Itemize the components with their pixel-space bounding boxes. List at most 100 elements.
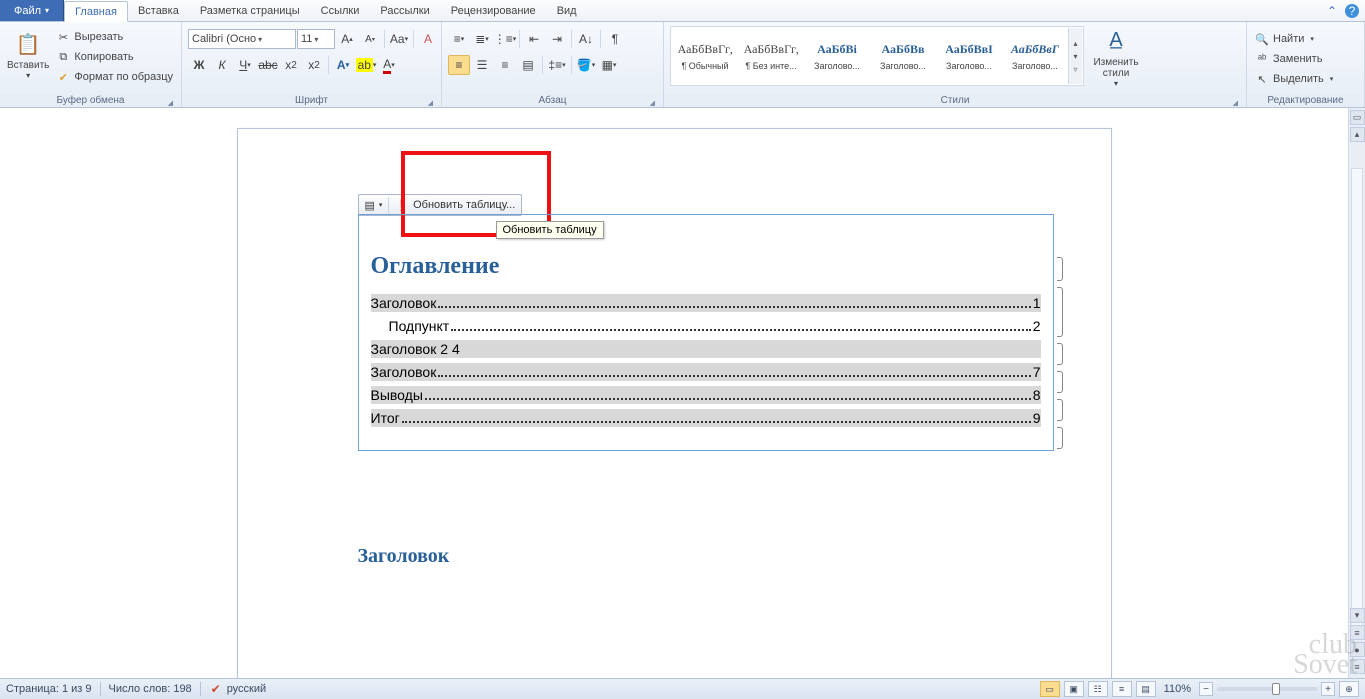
replace-button[interactable]: ᵃᵇЗаменить xyxy=(1253,50,1335,68)
tab-references[interactable]: Ссылки xyxy=(311,0,371,21)
toc-row[interactable]: Заголовок 24 xyxy=(371,340,1041,358)
styles-gallery[interactable]: АаБбВвГг,¶ ОбычныйАаБбВвГг,¶ Без инте...… xyxy=(670,26,1084,86)
change-case-icon[interactable]: Aa▾ xyxy=(388,29,410,49)
sort-icon[interactable]: A↓ xyxy=(575,29,597,49)
scissors-icon: ✂ xyxy=(56,30,70,44)
grow-font-icon[interactable]: A▴ xyxy=(336,29,358,49)
change-styles-button[interactable]: A̲ Изменить стили ▾ xyxy=(1088,26,1144,88)
status-page[interactable]: Страница: 1 из 9 xyxy=(6,683,92,695)
document-icon: ▤ xyxy=(365,199,375,212)
highlight-icon[interactable]: ab▾ xyxy=(355,55,377,75)
brush-icon: ✔ xyxy=(56,70,70,84)
toc-row[interactable]: Заголовок 7 xyxy=(371,363,1041,381)
next-page-icon[interactable]: ≡ xyxy=(1350,659,1365,674)
styles-more[interactable]: ▴▾▿ xyxy=(1068,28,1082,84)
view-draft-icon[interactable]: ▤ xyxy=(1136,681,1156,697)
scroll-up-icon[interactable]: ▴ xyxy=(1350,127,1365,142)
zoom-out-button[interactable]: − xyxy=(1199,682,1213,696)
paste-label: Вставить xyxy=(7,60,49,71)
tab-mailings[interactable]: Рассылки xyxy=(370,0,440,21)
minimize-ribbon-icon[interactable]: ⌃ xyxy=(1327,4,1337,18)
style-item[interactable]: АаБбВвІЗаголово... xyxy=(936,28,1002,84)
page: ▤▾ ❗Обновить таблицу... Обновить таблицу… xyxy=(237,128,1112,678)
toc-row[interactable]: Заголовок 1 xyxy=(371,294,1041,312)
group-font-label: Шрифт xyxy=(188,93,435,107)
numbering-icon[interactable]: ≣▾ xyxy=(471,29,493,49)
view-web-icon[interactable]: ☷ xyxy=(1088,681,1108,697)
superscript-icon[interactable]: x2 xyxy=(303,55,325,75)
justify-icon[interactable]: ▤ xyxy=(517,55,539,75)
cut-button[interactable]: ✂Вырезать xyxy=(54,28,175,46)
replace-icon: ᵃᵇ xyxy=(1255,52,1269,66)
shrink-font-icon[interactable]: A▾ xyxy=(359,29,381,49)
search-icon: 🔍 xyxy=(1255,32,1269,46)
tab-page-layout[interactable]: Разметка страницы xyxy=(190,0,311,21)
status-words[interactable]: Число слов: 198 xyxy=(109,683,192,695)
style-item[interactable]: АаБбВвЗаголово... xyxy=(870,28,936,84)
toc-row[interactable]: Подпункт 2 xyxy=(371,317,1041,335)
style-item[interactable]: АаБбВвГЗаголово... xyxy=(1002,28,1068,84)
cursor-icon: ↖ xyxy=(1255,72,1269,86)
toc-update-button[interactable]: ❗Обновить таблицу... xyxy=(388,197,521,214)
style-item[interactable]: АаБбВвГг,¶ Без инте... xyxy=(738,28,804,84)
show-marks-icon[interactable]: ¶ xyxy=(604,29,626,49)
group-styles-label: Стили xyxy=(670,93,1240,107)
status-language[interactable]: русский xyxy=(227,683,266,695)
text-effects-icon[interactable]: A▾ xyxy=(332,55,354,75)
borders-icon[interactable]: ▦▾ xyxy=(598,55,620,75)
zoom-in-button[interactable]: + xyxy=(1321,682,1335,696)
view-print-layout-icon[interactable]: ▭ xyxy=(1040,681,1060,697)
subscript-icon[interactable]: x2 xyxy=(280,55,302,75)
zoom-fit-icon[interactable]: ⊕ xyxy=(1339,681,1359,697)
align-right-icon[interactable]: ≡ xyxy=(494,55,516,75)
increase-indent-icon[interactable]: ⇥ xyxy=(546,29,568,49)
toc-menu-button[interactable]: ▤▾ xyxy=(359,197,389,214)
tab-review[interactable]: Рецензирование xyxy=(441,0,547,21)
select-button[interactable]: ↖Выделить▾ xyxy=(1253,70,1335,88)
view-fullscreen-icon[interactable]: ▣ xyxy=(1064,681,1084,697)
browse-object-icon[interactable]: ● xyxy=(1350,642,1365,657)
tab-view[interactable]: Вид xyxy=(547,0,588,21)
view-outline-icon[interactable]: ≡ xyxy=(1112,681,1132,697)
multilevel-icon[interactable]: ⋮≡▾ xyxy=(494,29,516,49)
ribbon: 📋 Вставить ▾ ✂Вырезать ⧉Копировать ✔Форм… xyxy=(0,22,1365,108)
underline-icon[interactable]: Ч▾ xyxy=(234,55,256,75)
group-clipboard-label: Буфер обмена xyxy=(6,93,175,107)
bold-icon[interactable]: Ж xyxy=(188,55,210,75)
document-area[interactable]: ▤▾ ❗Обновить таблицу... Обновить таблицу… xyxy=(0,108,1348,678)
decrease-indent-icon[interactable]: ⇤ xyxy=(523,29,545,49)
font-color-icon[interactable]: A▾ xyxy=(378,55,400,75)
italic-icon[interactable]: К xyxy=(211,55,233,75)
paste-button[interactable]: 📋 Вставить ▾ xyxy=(6,24,50,86)
vertical-scrollbar[interactable]: ▭ ▴ ▾ ≡ ● ≡ xyxy=(1348,108,1365,678)
font-size-combo[interactable]: 11▾ xyxy=(297,29,335,49)
bullets-icon[interactable]: ≡▾ xyxy=(448,29,470,49)
toc-row[interactable]: Выводы 8 xyxy=(371,386,1041,404)
clear-formatting-icon[interactable]: A xyxy=(417,29,439,49)
spellcheck-icon[interactable]: ✔ xyxy=(209,682,223,696)
tab-file[interactable]: Файл xyxy=(0,0,64,21)
align-left-icon[interactable]: ≡ xyxy=(448,55,470,75)
find-button[interactable]: 🔍Найти▾ xyxy=(1253,30,1335,48)
strikethrough-icon[interactable]: abc xyxy=(257,55,279,75)
ribbon-tabs: Файл Главная Вставка Разметка страницы С… xyxy=(0,0,1365,22)
help-icon[interactable]: ? xyxy=(1345,4,1359,18)
tab-insert[interactable]: Вставка xyxy=(128,0,190,21)
shading-icon[interactable]: 🪣▾ xyxy=(575,55,597,75)
style-item[interactable]: АаБбВвГг,¶ Обычный xyxy=(672,28,738,84)
align-center-icon[interactable]: ☰ xyxy=(471,55,493,75)
style-item[interactable]: АаБбВіЗаголово... xyxy=(804,28,870,84)
format-painter-button[interactable]: ✔Формат по образцу xyxy=(54,68,175,86)
line-spacing-icon[interactable]: ‡≡▾ xyxy=(546,55,568,75)
toc-field[interactable]: Оглавление Заголовок 1Подпункт 2Заголово… xyxy=(358,214,1054,451)
font-name-combo[interactable]: Calibri (Осно▾ xyxy=(188,29,296,49)
ruler-toggle-icon[interactable]: ▭ xyxy=(1350,110,1365,125)
tab-home[interactable]: Главная xyxy=(64,1,128,22)
zoom-level[interactable]: 110% xyxy=(1164,683,1191,695)
prev-page-icon[interactable]: ≡ xyxy=(1350,625,1365,640)
status-bar: Страница: 1 из 9 Число слов: 198 ✔ русск… xyxy=(0,678,1365,699)
zoom-slider[interactable] xyxy=(1217,687,1317,691)
copy-button[interactable]: ⧉Копировать xyxy=(54,48,175,66)
scroll-down-icon[interactable]: ▾ xyxy=(1350,608,1365,623)
toc-row[interactable]: Итог 9 xyxy=(371,409,1041,427)
